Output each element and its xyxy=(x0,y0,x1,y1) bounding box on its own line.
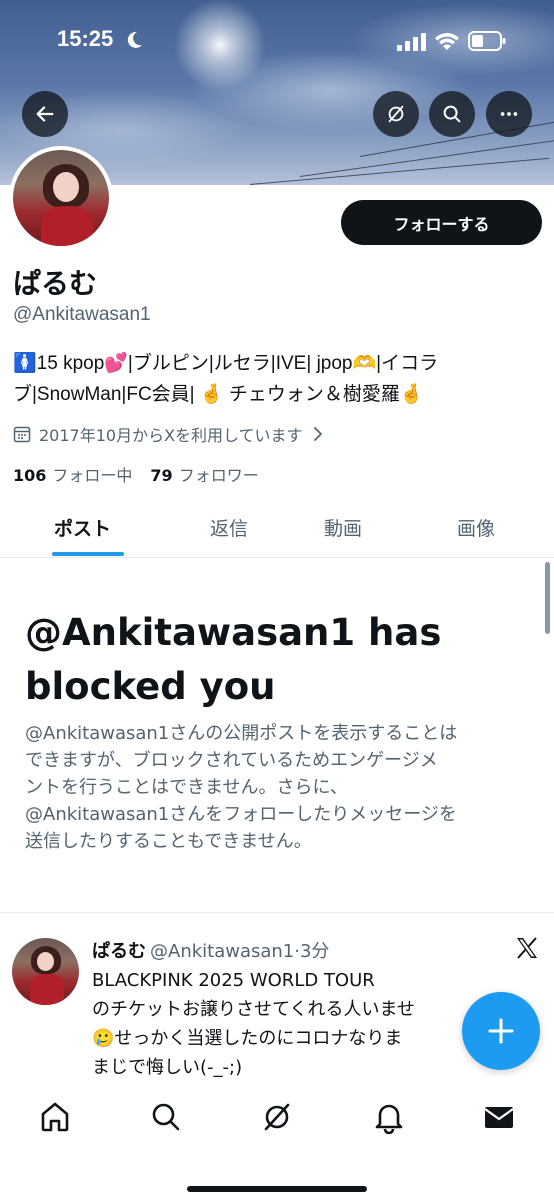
status-bar: 15:25 xyxy=(0,0,554,84)
bottom-navigation xyxy=(0,1082,554,1200)
joined-date[interactable]: 2017年10月からXを利用しています xyxy=(13,422,333,446)
post-header[interactable]: ぱるむ @Ankitawasan1·3分 xyxy=(92,937,329,963)
tab-posts[interactable]: ポスト xyxy=(54,514,111,541)
home-icon[interactable] xyxy=(38,1100,72,1134)
blocked-line: できますが、ブロックされているためエンゲージメ xyxy=(25,750,438,771)
bio-line: 🚺15 kpop💕|ブルピン|ルセラ|IVE| jpop🫶|イコラ xyxy=(13,353,439,374)
tab-replies[interactable]: 返信 xyxy=(210,514,248,541)
grok-icon[interactable] xyxy=(260,1100,294,1134)
followers-label: フォロワー xyxy=(178,466,259,485)
back-button[interactable] xyxy=(22,91,68,137)
blocked-line: @Ankitawasan1さんをフォローしたりメッセージを xyxy=(25,804,457,825)
blocked-description: @Ankitawasan1さんの公開ポストを表示することは できますが、ブロック… xyxy=(25,720,535,855)
wifi-icon xyxy=(435,33,459,50)
x-logo-icon xyxy=(517,937,537,959)
joined-text: 2017年10月からXを利用しています xyxy=(39,426,303,445)
grok-icon xyxy=(388,105,404,123)
active-tab-indicator xyxy=(52,552,124,556)
blocked-line: ントを行うことはできません。さらに、 xyxy=(25,777,348,798)
grok-button[interactable] xyxy=(373,91,419,137)
blocked-line: @Ankitawasan1さんの公開ポストを表示することは xyxy=(25,723,458,744)
following-count: 106 xyxy=(13,466,47,485)
battery-icon xyxy=(468,31,506,51)
moon-icon xyxy=(127,31,142,48)
scrollbar[interactable] xyxy=(545,562,550,634)
chevron-right-icon xyxy=(313,427,322,441)
search-icon[interactable] xyxy=(149,1100,183,1134)
more-button[interactable] xyxy=(486,91,532,137)
search-button[interactable] xyxy=(429,91,475,137)
search-icon xyxy=(443,105,461,123)
post-author-avatar[interactable] xyxy=(12,938,79,1005)
bell-icon[interactable] xyxy=(372,1100,406,1134)
following-label: フォロー中 xyxy=(52,466,133,485)
plus-icon xyxy=(488,1018,514,1044)
cellular-signal-icon xyxy=(397,33,426,51)
tab-images[interactable]: 画像 xyxy=(457,514,495,541)
follow-button[interactable]: フォローする xyxy=(341,200,542,245)
blocked-line: 送信したりすることもできません。 xyxy=(25,831,312,852)
following-link[interactable]: 106 フォロー中 xyxy=(13,462,132,486)
status-time: 15:25 xyxy=(57,26,114,51)
post-author-meta: @Ankitawasan1·3分 xyxy=(150,941,330,962)
post-author-name: ぱるむ xyxy=(92,941,146,962)
banner-wire xyxy=(299,139,554,177)
divider xyxy=(0,912,554,913)
arrow-left-icon xyxy=(36,106,54,122)
profile-bio: 🚺15 kpop💕|ブルピン|ルセラ|IVE| jpop🫶|イコラ ブ|Snow… xyxy=(13,348,543,410)
bio-line: ブ|SnowMan|FC会員| 🤞 チェウォン＆樹愛羅🤞 xyxy=(13,384,424,405)
post-line: まじで悔しい(-_-;) xyxy=(92,1057,243,1078)
profile-handle: @Ankitawasan1 xyxy=(13,304,151,325)
post-line: BLACKPINK 2025 WORLD TOUR xyxy=(92,970,375,991)
mail-icon[interactable] xyxy=(482,1100,516,1134)
profile-avatar[interactable] xyxy=(9,146,113,250)
more-icon xyxy=(500,112,518,116)
follow-counts: 106 フォロー中 79 フォロワー xyxy=(13,462,277,486)
home-indicator xyxy=(187,1186,367,1192)
profile-name: ぱるむ xyxy=(13,267,98,300)
compose-button[interactable] xyxy=(462,992,540,1070)
profile-tabs: ポスト 返信 動画 画像 xyxy=(0,500,554,558)
followers-count: 79 xyxy=(150,466,173,485)
tab-videos[interactable]: 動画 xyxy=(324,514,362,541)
blocked-title: @Ankitawasan1 has blocked you xyxy=(25,611,442,708)
followers-link[interactable]: 79 フォロワー xyxy=(150,462,258,486)
calendar-icon xyxy=(13,426,31,443)
